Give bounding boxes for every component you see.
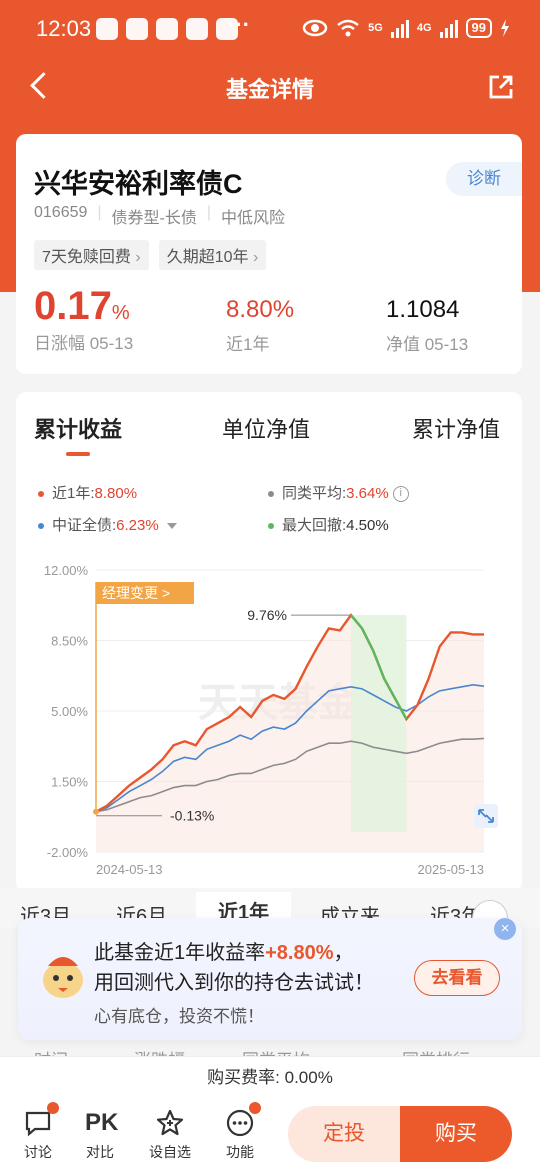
legend-drawdown: 最大回撤:4.50% <box>268 514 389 535</box>
x-tick-label: 2024-05-13 <box>96 862 163 877</box>
fund-meta: 016659 | 债券型-长债 | 中低风险 <box>34 204 285 228</box>
tab-cumulative-return[interactable]: 累计收益 <box>34 412 122 456</box>
more-icon <box>225 1102 261 1138</box>
mascot-icon <box>43 957 83 998</box>
system-icons: 5G 4G 99 <box>302 18 510 38</box>
info-icon[interactable]: i <box>392 486 409 503</box>
app-notification-icon <box>126 18 148 40</box>
more-notifications: ··· <box>228 12 250 37</box>
year-return-stat: 8.80% 近1年 <box>226 296 294 355</box>
wifi-icon <box>337 19 359 37</box>
status-time: 12:03 <box>36 16 92 41</box>
x-tick-label: 2025-05-13 <box>418 862 485 877</box>
close-icon[interactable]: × <box>494 918 516 940</box>
legend-average: 同类平均:3.64% i <box>268 482 409 503</box>
fixed-investment-button[interactable]: 定投 <box>288 1106 400 1162</box>
pk-icon: PK <box>85 1109 119 1136</box>
page-title: 基金详情 <box>225 77 314 102</box>
fund-code: 016659 <box>34 204 88 221</box>
y-tick-label: -2.00% <box>47 845 89 860</box>
charging-icon <box>501 19 509 37</box>
nav-value: 1.1084 <box>386 296 460 323</box>
buy-button[interactable]: 购买 <box>400 1106 512 1162</box>
fund-type: 债券型-长债 <box>111 210 197 227</box>
legend-fund: 近1年:8.80% <box>38 482 137 503</box>
min-value-label: -0.13% <box>170 808 214 824</box>
promo-line-2: 用回测代入到你的持仓去试试！ <box>94 972 374 994</box>
promo-line-1: 此基金近1年收益率+8.80%， <box>94 942 354 964</box>
return-chart[interactable]: 12.00% 8.50% 5.00% 1.50% -2.00% 2024-05-13 202… <box>16 552 522 882</box>
backtest-promo[interactable]: × 此基金近1年收益率+8.80%， 用回测代入到你的持仓去试试！ 心有底仓，投… <box>18 918 522 1040</box>
day-change-stat: 0.17% 日涨幅 05-13 <box>34 284 133 354</box>
y-tick-label: 5.00% <box>51 704 88 719</box>
chat-icon <box>23 1102 59 1138</box>
drawdown-band <box>350 615 407 832</box>
nav-stat: 1.1084 净值 05-13 <box>386 296 468 355</box>
notification-icons <box>96 18 238 40</box>
diagnose-button[interactable]: 诊断 <box>446 162 522 196</box>
tag-duration[interactable]: 久期超10年 <box>158 240 267 270</box>
battery-indicator: 99 <box>465 18 492 38</box>
add-watchlist-button[interactable]: 设自选 <box>142 1108 198 1162</box>
compare-button[interactable]: PK 对比 <box>72 1108 128 1162</box>
promo-line-3: 心有底仓，投资不慌！ <box>94 1007 264 1026</box>
network-4g: 4G <box>416 22 432 34</box>
legend-dot <box>268 523 274 530</box>
max-value-label: 9.76% <box>247 607 287 623</box>
day-change-value: 0.17% <box>34 284 130 328</box>
fund-name: 兴华安裕利率债C <box>34 169 243 199</box>
signal-icon <box>390 18 409 38</box>
year-return-label: 近1年 <box>226 335 270 354</box>
network-5g: 5G <box>368 22 383 34</box>
fund-info-card: 兴华安裕利率债C 诊断 016659 | 债券型-长债 | 中低风险 7天免赎回… <box>16 134 522 374</box>
y-tick-label: 8.50% <box>51 634 88 649</box>
tab-cumulative-nav[interactable]: 累计净值 <box>412 412 500 444</box>
divider: | <box>97 204 102 221</box>
fund-tags: 7天免赎回费 久期超10年 <box>34 240 267 270</box>
y-tick-label: 1.50% <box>51 775 88 790</box>
eye-icon <box>302 19 328 37</box>
y-tick-label: 12.00% <box>44 563 89 578</box>
nav-bar: 基金详情 <box>0 60 540 112</box>
status-bar: 12:03 ··· 5G 4G 99 <box>0 0 540 60</box>
fund-area <box>96 615 484 852</box>
notification-badge <box>47 1102 59 1114</box>
chevron-down-icon <box>166 523 177 530</box>
more-functions-button[interactable]: 功能 <box>212 1102 268 1162</box>
manager-change-label[interactable]: 经理变更 > <box>102 585 170 601</box>
tag-redemption[interactable]: 7天免赎回费 <box>34 240 149 270</box>
app-notification-icon <box>96 18 118 40</box>
qq-icon <box>186 18 208 40</box>
chart-tabs: 累计收益 单位净值 累计净值 <box>16 412 522 456</box>
discuss-button[interactable]: 讨论 <box>10 1102 66 1162</box>
chart-card: 累计收益 单位净值 累计净值 近1年:8.80% 同类平均:3.64% i 中证全… <box>16 392 522 892</box>
tab-unit-nav[interactable]: 单位净值 <box>222 412 310 444</box>
share-icon[interactable] <box>486 72 516 102</box>
promo-go-button[interactable]: 去看看 <box>414 960 500 996</box>
legend-dot <box>38 491 44 498</box>
year-return-value: 8.80% <box>226 296 295 323</box>
fund-risk: 中低风险 <box>221 210 286 227</box>
app-notification-icon <box>156 18 178 40</box>
notification-badge <box>249 1102 261 1114</box>
star-icon <box>155 1108 185 1138</box>
divider: | <box>206 204 212 221</box>
fullscreen-icon[interactable] <box>474 804 498 828</box>
legend-dot <box>38 523 44 530</box>
bottom-bar: 讨论 PK 对比 设自选 功能 定投 购买 <box>0 1098 540 1170</box>
signal-icon <box>439 18 458 38</box>
purchase-fee: 购买费率: 0.00% <box>0 1056 540 1098</box>
start-point <box>93 808 99 815</box>
legend-dot <box>268 491 274 498</box>
day-change-label: 日涨幅 05-13 <box>34 334 134 353</box>
legend-index[interactable]: 中证全债:6.23% <box>38 514 177 535</box>
nav-label: 净值 05-13 <box>386 335 469 354</box>
